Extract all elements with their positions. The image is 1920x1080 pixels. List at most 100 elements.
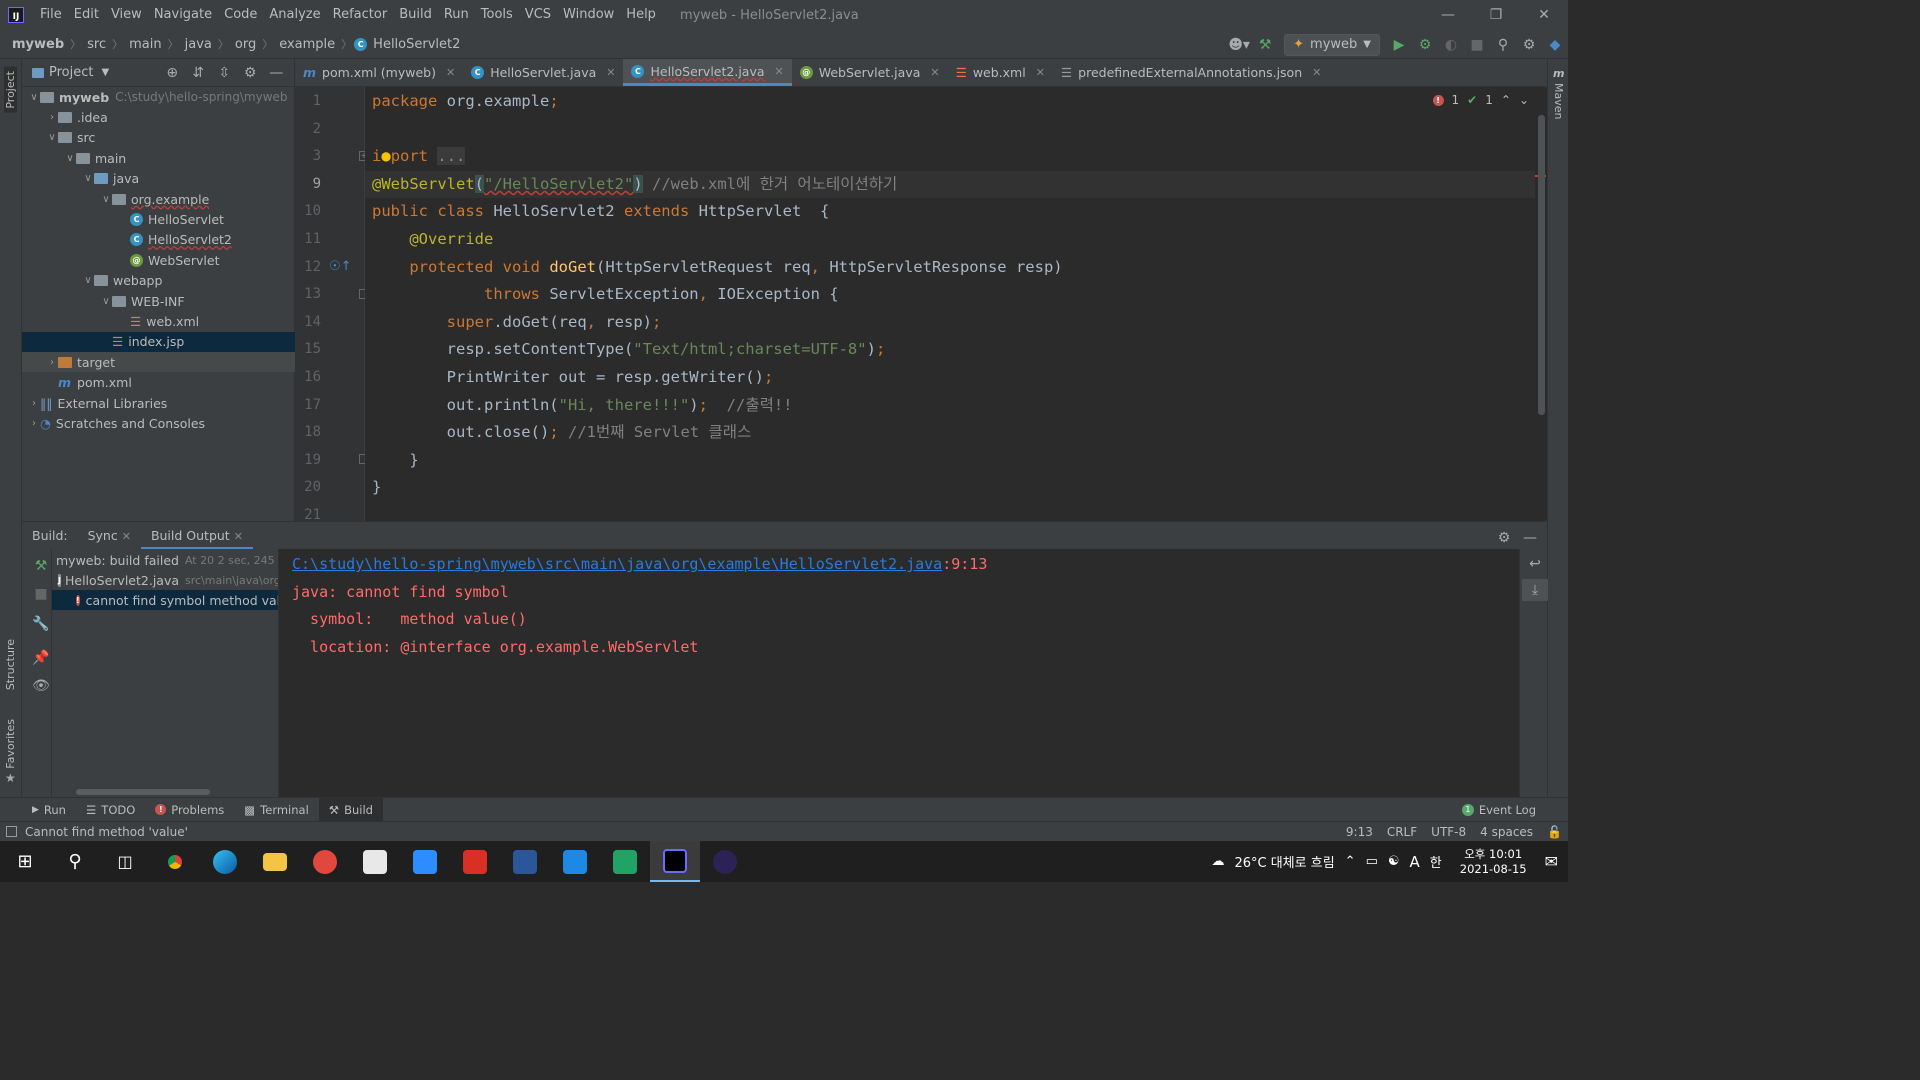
tab-build-output[interactable]: Build Output ✕ bbox=[140, 522, 253, 550]
code-line[interactable]: i●port ... bbox=[365, 143, 1535, 171]
line-number[interactable]: 10 bbox=[295, 198, 321, 226]
tab-webservlet-java[interactable]: @ WebServlet.java ✕ bbox=[792, 59, 948, 86]
close-icon[interactable]: ✕ bbox=[1036, 66, 1045, 79]
layout-icon[interactable] bbox=[6, 826, 17, 837]
menu-item-tools[interactable]: Tools bbox=[475, 0, 519, 30]
coverage-icon[interactable]: ◐ bbox=[1438, 34, 1464, 56]
line-number[interactable]: 19 bbox=[295, 447, 321, 475]
tab-web-xml[interactable]: ☰ web.xml ✕ bbox=[948, 59, 1053, 86]
code-line[interactable]: @Override bbox=[365, 226, 1535, 254]
build-tree-scrollbar[interactable] bbox=[76, 789, 210, 795]
output-file-link[interactable]: C:\study\hello-spring\myweb\src\main\jav… bbox=[292, 555, 942, 573]
chevron-up-icon[interactable]: ⌃ bbox=[1501, 93, 1511, 107]
stop-icon[interactable]: ■ bbox=[1464, 34, 1490, 56]
restore-icon[interactable]: ❐ bbox=[1472, 0, 1520, 30]
maven-tool-button[interactable]: Maven bbox=[1552, 83, 1565, 119]
menu-item-view[interactable]: View bbox=[105, 0, 148, 30]
line-number[interactable]: 14 bbox=[295, 309, 321, 337]
line-separator[interactable]: CRLF bbox=[1387, 825, 1417, 839]
tree-item[interactable]: C HelloServlet2 bbox=[22, 230, 295, 250]
code-line[interactable]: super.doGet(req, resp); bbox=[365, 309, 1535, 337]
tree-item[interactable]: ∨ src bbox=[22, 128, 295, 148]
menu-item-refactor[interactable]: Refactor bbox=[327, 0, 394, 30]
line-number[interactable]: 20 bbox=[295, 474, 321, 502]
inspection-status[interactable]: ! 1 ✔ 1 ⌃ ⌄ bbox=[1432, 93, 1529, 107]
todo-tool-button[interactable]: ☰ TODO bbox=[76, 798, 145, 822]
intellij-taskbar-icon[interactable] bbox=[650, 841, 700, 882]
menu-item-navigate[interactable]: Navigate bbox=[148, 0, 218, 30]
pin-icon[interactable]: 📌 bbox=[28, 647, 54, 669]
code-line[interactable]: } bbox=[365, 447, 1535, 475]
eclipse-icon[interactable] bbox=[700, 841, 750, 882]
chevron-down-icon[interactable]: ∨ bbox=[28, 92, 40, 103]
settings-gear-icon[interactable]: ⚙ bbox=[1491, 527, 1517, 549]
chevron-right-icon[interactable]: › bbox=[46, 112, 58, 123]
debug-icon[interactable]: ⚙ bbox=[1412, 34, 1438, 56]
line-number[interactable]: 2 bbox=[295, 116, 321, 144]
task-view-icon[interactable]: ◫ bbox=[100, 841, 150, 882]
tab-sync[interactable]: Sync ✕ bbox=[78, 522, 141, 550]
tab-predefinedexternalannotations-json[interactable]: ☰ predefinedExternalAnnotations.json ✕ bbox=[1053, 59, 1329, 86]
close-icon[interactable]: ✕ bbox=[122, 530, 131, 543]
weather-icon[interactable]: ☁ bbox=[1211, 854, 1224, 869]
tree-item[interactable]: ∨ WEB-INF bbox=[22, 291, 295, 311]
tree-item[interactable]: › target bbox=[22, 352, 295, 373]
project-view-selector[interactable]: Project bbox=[49, 65, 93, 80]
wifi-icon[interactable]: ☯ bbox=[1388, 854, 1400, 869]
breadcrumb-item[interactable]: java bbox=[181, 37, 216, 52]
spreadsheet-icon[interactable] bbox=[600, 841, 650, 882]
tree-item[interactable]: m pom.xml bbox=[22, 373, 295, 393]
clock[interactable]: 오후 10:01 2021-08-15 bbox=[1460, 847, 1527, 877]
code-line[interactable]: PrintWriter out = resp.getWriter(); bbox=[365, 364, 1535, 392]
account-icon[interactable]: ☻▾ bbox=[1226, 34, 1252, 56]
close-icon[interactable]: ✕ bbox=[1312, 66, 1321, 79]
run-icon[interactable]: ▶ bbox=[1386, 34, 1412, 56]
menu-item-help[interactable]: Help bbox=[620, 0, 662, 30]
indent-setting[interactable]: 4 spaces bbox=[1480, 825, 1533, 839]
code-line[interactable]: @WebServlet("/HelloServlet2") //web.xml에… bbox=[365, 170, 1535, 199]
edge-icon[interactable] bbox=[200, 841, 250, 882]
chevron-right-icon[interactable]: › bbox=[28, 398, 40, 409]
tab-pom-xml-myweb-[interactable]: m pom.xml (myweb) ✕ bbox=[295, 59, 463, 86]
menu-item-build[interactable]: Build bbox=[393, 0, 438, 30]
code-line[interactable]: } bbox=[365, 474, 1535, 502]
chevron-down-icon[interactable]: ∨ bbox=[100, 194, 112, 205]
expand-all-icon[interactable]: ⇵ bbox=[185, 62, 211, 84]
build-file-node[interactable]: J HelloServlet2.java src\main\java\org bbox=[52, 570, 278, 590]
problems-tool-button[interactable]: ! Problems bbox=[145, 798, 234, 822]
chevron-down-icon[interactable]: ∨ bbox=[64, 153, 76, 164]
breadcrumb-item[interactable]: main bbox=[125, 37, 165, 52]
close-icon[interactable]: ✕ bbox=[1520, 0, 1568, 30]
search-icon[interactable]: ⚲ bbox=[1490, 34, 1516, 56]
wrench-icon[interactable]: 🔧 bbox=[28, 613, 54, 635]
tree-item[interactable]: ∨ java bbox=[22, 169, 295, 189]
line-number[interactable]: 11 bbox=[295, 226, 321, 254]
tree-item[interactable]: ∨ webapp bbox=[22, 271, 295, 291]
search-icon[interactable]: ⚲ bbox=[50, 841, 100, 882]
weather-text[interactable]: 26°C 대체로 흐림 bbox=[1234, 852, 1334, 871]
menu-item-vcs[interactable]: VCS bbox=[519, 0, 557, 30]
eye-icon[interactable]: 👁 bbox=[28, 675, 54, 697]
settings-gear-icon[interactable]: ⚙ bbox=[1516, 34, 1542, 56]
tree-item[interactable]: ☰ index.jsp bbox=[22, 331, 295, 352]
tree-item[interactable]: ∨ main bbox=[22, 148, 295, 168]
hide-panel-icon[interactable]: — bbox=[263, 62, 289, 84]
windows-start-icon[interactable]: ⊞ bbox=[0, 841, 50, 882]
close-icon[interactable]: ✕ bbox=[606, 66, 615, 79]
close-icon[interactable]: ✕ bbox=[234, 530, 243, 543]
chevron-down-icon[interactable]: ⌄ bbox=[1519, 93, 1529, 107]
breadcrumb-item[interactable]: myweb bbox=[8, 37, 68, 52]
file-explorer-icon[interactable] bbox=[250, 841, 300, 882]
app-icon[interactable] bbox=[350, 841, 400, 882]
breadcrumb-item[interactable]: src bbox=[83, 37, 110, 52]
close-icon[interactable]: ✕ bbox=[930, 66, 939, 79]
line-number[interactable]: 3 bbox=[295, 143, 321, 171]
menu-item-code[interactable]: Code bbox=[218, 0, 263, 30]
tree-item[interactable]: @ WebServlet bbox=[22, 250, 295, 270]
ime-language[interactable]: 한 bbox=[1430, 852, 1442, 871]
word-icon[interactable] bbox=[500, 841, 550, 882]
stop-icon[interactable]: ■ bbox=[28, 583, 54, 605]
tab-helloservlet2-java[interactable]: C HelloServlet2.java ✕ bbox=[623, 59, 792, 86]
code-line[interactable] bbox=[365, 116, 1535, 144]
code-line[interactable]: throws ServletException, IOException { bbox=[365, 281, 1535, 309]
